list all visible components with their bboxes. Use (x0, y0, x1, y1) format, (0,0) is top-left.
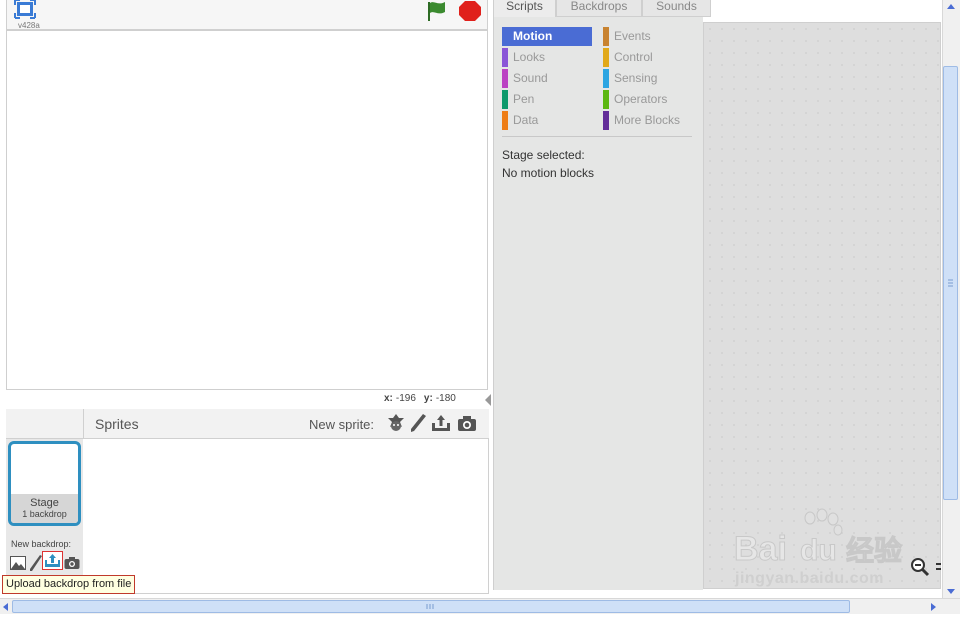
category-control[interactable]: Control (603, 48, 693, 67)
category-label: More Blocks (614, 113, 681, 127)
stage-selected-text: Stage selected: (502, 148, 585, 162)
stage-toolbar (6, 0, 488, 30)
paint-backdrop-icon[interactable] (29, 554, 43, 572)
category-label: Control (614, 50, 653, 64)
camera-backdrop-icon[interactable] (64, 556, 80, 570)
no-blocks-text: No motion blocks (502, 166, 595, 180)
category-swatch (502, 48, 508, 67)
category-swatch (603, 48, 609, 67)
backdrop-library-icon[interactable] (10, 556, 26, 570)
scroll-left-arrow-icon[interactable] (0, 600, 12, 614)
upload-backdrop-icon[interactable] (42, 551, 63, 570)
paint-sprite-icon[interactable] (408, 413, 428, 433)
category-sensing[interactable]: Sensing (603, 69, 693, 88)
category-operators[interactable]: Operators (603, 90, 693, 109)
x-label: x: (384, 393, 393, 404)
y-value: -180 (435, 393, 456, 404)
category-swatch (603, 69, 609, 88)
tab-backdrops[interactable]: Backdrops (556, 0, 642, 17)
collapse-arrow-icon[interactable] (485, 394, 491, 406)
y-label: y: (423, 393, 433, 404)
mouse-coordinates: x: -196 y: -180 (384, 393, 464, 404)
sprites-header (83, 409, 489, 439)
category-label: Sensing (614, 71, 658, 85)
camera-sprite-icon[interactable] (457, 415, 477, 435)
stop-icon[interactable] (457, 0, 483, 22)
new-sprite-label: New sprite: (309, 417, 375, 432)
vertical-scroll-thumb[interactable] (943, 66, 958, 500)
category-motion[interactable]: Motion (502, 27, 592, 46)
new-backdrop-label: New backdrop: (11, 539, 72, 549)
category-label: Operators (614, 92, 668, 106)
category-more-blocks[interactable]: More Blocks (603, 111, 693, 130)
category-swatch (603, 111, 609, 130)
baidu-watermark-logo: Bai du 经验 (734, 508, 910, 570)
version-label: v428a (18, 21, 40, 30)
sprites-title: Sprites (95, 416, 139, 432)
watermark-url: jingyan.baidu.com (735, 570, 884, 587)
backdrop-count: 1 backdrop (22, 509, 67, 519)
stage-thumbnail[interactable]: Stage 1 backdrop (8, 441, 81, 526)
sprite-library-icon[interactable] (386, 413, 406, 433)
category-label: Sound (513, 71, 548, 85)
fullscreen-icon[interactable] (10, 0, 40, 22)
category-label: Looks (513, 50, 546, 64)
scroll-up-arrow-icon[interactable] (942, 0, 960, 14)
tab-sounds[interactable]: Sounds (642, 0, 711, 17)
zoom-reset-icon[interactable] (934, 557, 942, 577)
category-swatch (502, 69, 508, 88)
scroll-down-arrow-icon[interactable] (942, 584, 960, 598)
category-label: Pen (513, 92, 535, 106)
stage-thumbnail-footer: Stage 1 backdrop (11, 494, 78, 523)
category-pen[interactable]: Pen (502, 90, 592, 109)
tab-scripts[interactable]: Scripts (493, 0, 556, 17)
category-looks[interactable]: Looks (502, 48, 592, 67)
category-swatch (603, 90, 609, 109)
watermark-jingyan: 经验 (846, 534, 902, 567)
scroll-right-arrow-icon[interactable] (927, 600, 941, 614)
category-swatch (603, 27, 609, 46)
watermark-bai: Bai (734, 530, 787, 568)
category-events[interactable]: Events (603, 27, 693, 46)
category-swatch (502, 90, 508, 109)
upload-backdrop-tooltip: Upload backdrop from file (2, 575, 136, 594)
horizontal-scroll-thumb[interactable] (12, 600, 850, 613)
script-area[interactable] (703, 22, 941, 589)
x-value: -196 (395, 393, 416, 404)
stage-canvas[interactable] (6, 30, 488, 390)
watermark-du: du (800, 534, 837, 567)
category-swatch (502, 111, 508, 130)
stage-name: Stage (30, 497, 59, 509)
palette-divider (502, 136, 692, 137)
category-data[interactable]: Data (502, 111, 592, 130)
upload-sprite-icon[interactable] (430, 413, 452, 433)
zoom-out-icon[interactable] (910, 557, 930, 577)
stage-column-header (6, 409, 83, 439)
category-label: Data (513, 113, 539, 127)
green-flag-icon[interactable] (425, 0, 449, 22)
category-swatch (502, 27, 508, 46)
category-label: Motion (513, 29, 553, 43)
category-sound[interactable]: Sound (502, 69, 592, 88)
category-label: Events (614, 29, 651, 43)
